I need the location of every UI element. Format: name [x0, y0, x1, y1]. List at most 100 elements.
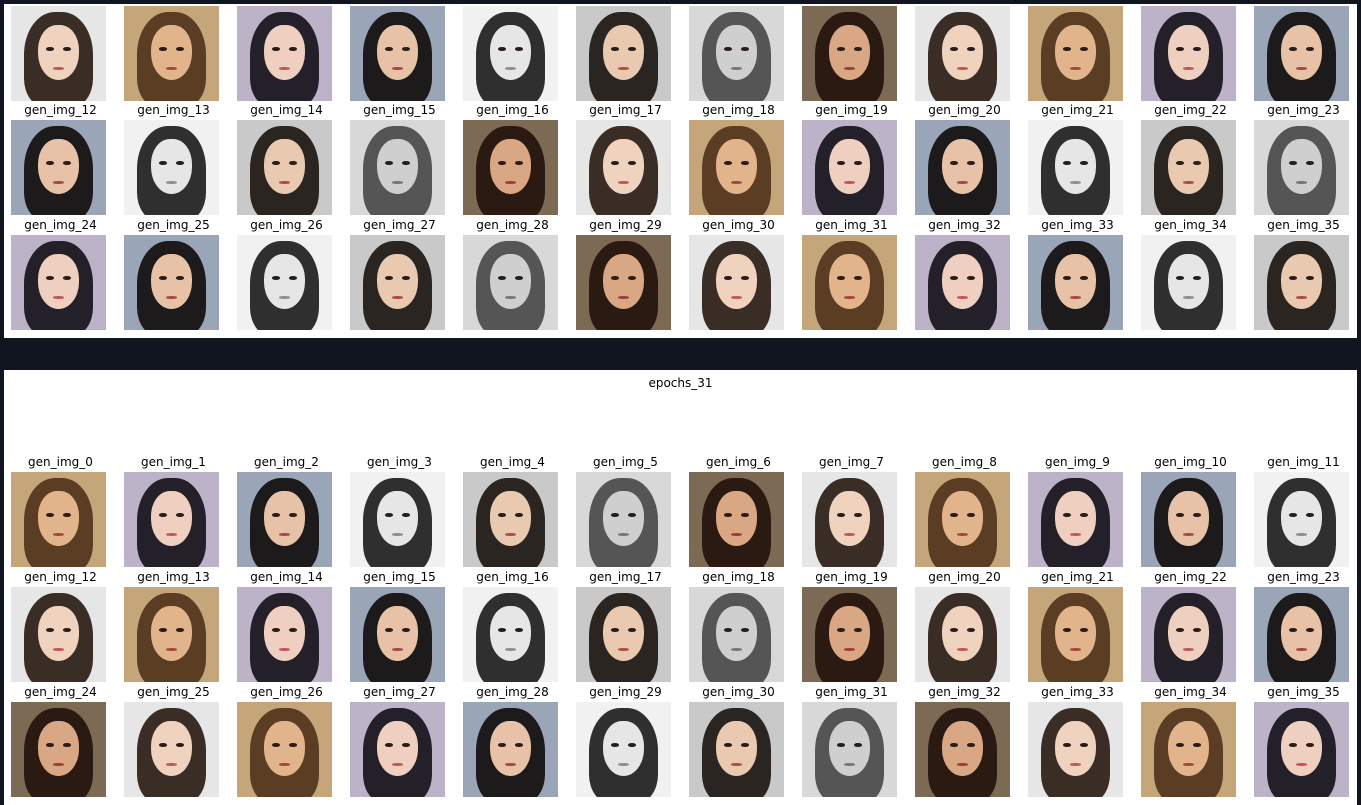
generated-face-image — [1141, 6, 1236, 101]
generated-face-image — [350, 235, 445, 330]
generated-face-image — [1254, 587, 1349, 682]
image-label: gen_img_24 — [24, 685, 97, 699]
generated-face-image — [11, 235, 106, 330]
image-label: gen_img_20 — [928, 103, 1001, 117]
image-label: gen_img_27 — [363, 685, 436, 699]
image-label: gen_img_32 — [928, 218, 1001, 232]
image-label: gen_img_14 — [250, 570, 323, 584]
generated-face-image — [1028, 587, 1123, 682]
image-label: gen_img_16 — [476, 103, 549, 117]
generated-face-image — [1254, 472, 1349, 567]
generated-face-image — [11, 702, 106, 797]
generated-face-image — [124, 235, 219, 330]
image-label: gen_img_25 — [137, 218, 210, 232]
image-label: gen_img_33 — [1041, 218, 1114, 232]
image-label: gen_img_23 — [1267, 570, 1340, 584]
generated-face-image — [1028, 472, 1123, 567]
generated-face-image — [689, 587, 784, 682]
image-label: gen_img_34 — [1154, 685, 1227, 699]
image-label: gen_img_30 — [702, 685, 775, 699]
generated-face-image — [1254, 702, 1349, 797]
image-label: gen_img_9 — [1045, 455, 1110, 469]
image-label: gen_img_29 — [589, 685, 662, 699]
image-label: gen_img_18 — [702, 103, 775, 117]
top-figure-panel: gen_img_12 gen_img_13 gen_img_14 gen_img_15… — [4, 4, 1357, 338]
image-label: gen_img_24 — [24, 218, 97, 232]
generated-face-image — [350, 120, 445, 215]
generated-face-image — [915, 702, 1010, 797]
generated-face-image — [576, 120, 671, 215]
image-label: gen_img_12 — [24, 103, 97, 117]
image-label: gen_img_18 — [702, 570, 775, 584]
generated-face-image — [915, 120, 1010, 215]
generated-face-image — [1141, 120, 1236, 215]
image-label: gen_img_19 — [815, 570, 888, 584]
image-label: gen_img_4 — [480, 455, 545, 469]
image-label: gen_img_8 — [932, 455, 997, 469]
image-label: gen_img_5 — [593, 455, 658, 469]
generated-face-image — [576, 472, 671, 567]
generated-face-image — [689, 702, 784, 797]
generated-face-image — [576, 235, 671, 330]
generated-face-image — [124, 6, 219, 101]
generated-face-image — [1141, 702, 1236, 797]
image-label: gen_img_31 — [815, 685, 888, 699]
image-label: gen_img_21 — [1041, 103, 1114, 117]
generated-face-image — [1028, 6, 1123, 101]
image-label: gen_img_33 — [1041, 685, 1114, 699]
generated-face-image — [11, 472, 106, 567]
generated-face-image — [802, 702, 897, 797]
image-label: gen_img_16 — [476, 570, 549, 584]
generated-face-image — [237, 472, 332, 567]
top-image-grid: gen_img_12 gen_img_13 gen_img_14 gen_img_15… — [4, 4, 1357, 338]
bottom-image-grid: gen_img_0 gen_img_1 gen_img_2 gen_img_3 gen_… — [4, 370, 1357, 805]
image-label: gen_img_12 — [24, 570, 97, 584]
generated-face-image — [124, 587, 219, 682]
generated-face-image — [237, 6, 332, 101]
generated-face-image — [1254, 120, 1349, 215]
generated-face-image — [915, 587, 1010, 682]
image-label: gen_img_19 — [815, 103, 888, 117]
image-label: gen_img_6 — [706, 455, 771, 469]
generated-face-image — [576, 6, 671, 101]
generated-face-image — [1141, 235, 1236, 330]
image-label: gen_img_0 — [28, 455, 93, 469]
generated-face-image — [576, 702, 671, 797]
image-label: gen_img_14 — [250, 103, 323, 117]
image-label: gen_img_15 — [363, 103, 436, 117]
image-label: gen_img_20 — [928, 570, 1001, 584]
image-label: gen_img_26 — [250, 685, 323, 699]
image-label: gen_img_21 — [1041, 570, 1114, 584]
image-label: gen_img_2 — [254, 455, 319, 469]
generated-face-image — [689, 6, 784, 101]
generated-face-image — [1028, 120, 1123, 215]
image-label: gen_img_22 — [1154, 103, 1227, 117]
generated-face-image — [1254, 235, 1349, 330]
image-label: gen_img_11 — [1267, 455, 1340, 469]
generated-face-image — [689, 472, 784, 567]
image-label: gen_img_32 — [928, 685, 1001, 699]
image-label: gen_img_31 — [815, 218, 888, 232]
generated-face-image — [463, 472, 558, 567]
image-label: gen_img_28 — [476, 685, 549, 699]
generated-face-image — [124, 472, 219, 567]
generated-face-image — [1254, 6, 1349, 101]
generated-face-image — [124, 702, 219, 797]
generated-face-image — [1028, 235, 1123, 330]
image-label: gen_img_3 — [367, 455, 432, 469]
generated-face-image — [237, 702, 332, 797]
image-label: gen_img_35 — [1267, 685, 1340, 699]
generated-face-image — [11, 6, 106, 101]
generated-face-image — [915, 472, 1010, 567]
image-label: gen_img_27 — [363, 218, 436, 232]
image-label: gen_img_23 — [1267, 103, 1340, 117]
generated-face-image — [237, 120, 332, 215]
generated-face-image — [350, 587, 445, 682]
generated-face-image — [463, 702, 558, 797]
image-label: gen_img_29 — [589, 218, 662, 232]
generated-face-image — [576, 587, 671, 682]
generated-face-image — [11, 587, 106, 682]
image-label: gen_img_17 — [589, 103, 662, 117]
image-label: gen_img_13 — [137, 570, 210, 584]
generated-face-image — [915, 235, 1010, 330]
